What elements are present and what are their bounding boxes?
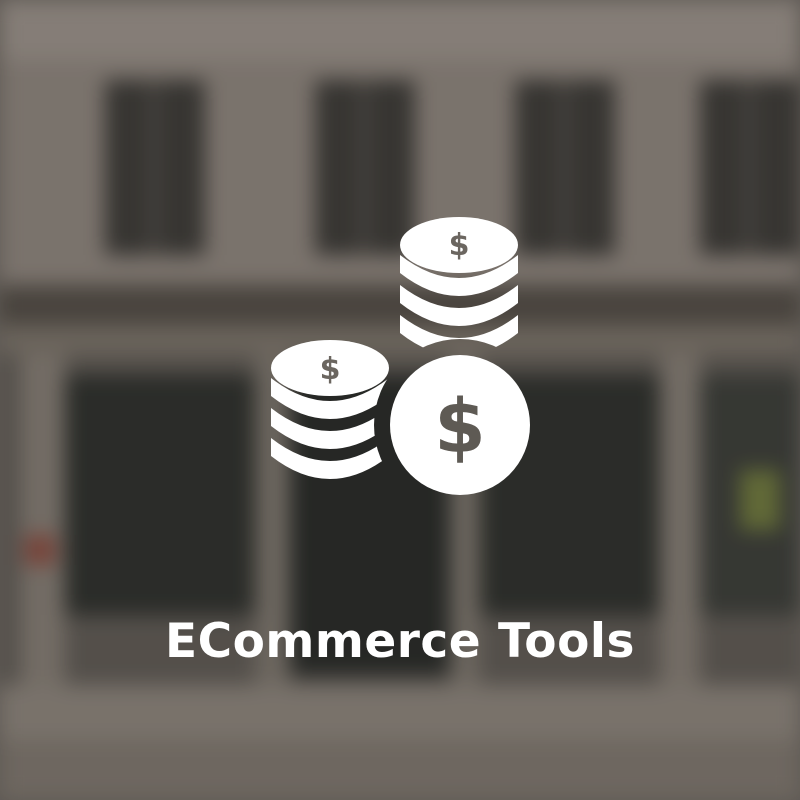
svg-text:$: $ — [434, 384, 486, 470]
svg-text:$: $ — [320, 352, 341, 387]
svg-text:$: $ — [449, 228, 470, 263]
stacked-dollar-coins-icon: $ $ $ — [271, 217, 530, 495]
page-title: ECommerce Tools — [165, 614, 635, 669]
tile: $ $ $ ECommerce Tools — [0, 0, 800, 800]
